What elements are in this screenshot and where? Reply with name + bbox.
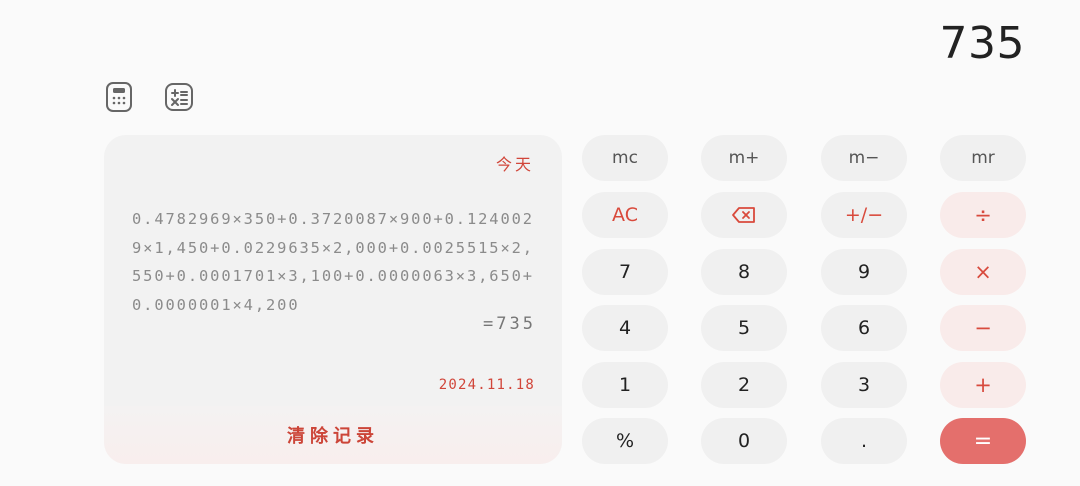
digit-8-button[interactable]: 8 xyxy=(701,249,787,295)
math-operations-icon[interactable] xyxy=(164,80,194,114)
add-button[interactable]: + xyxy=(940,362,1026,408)
divide-button[interactable]: ÷ xyxy=(940,192,1026,238)
subtract-button[interactable]: − xyxy=(940,305,1026,351)
digit-9-button[interactable]: 9 xyxy=(821,249,907,295)
memory-add-button[interactable]: m+ xyxy=(701,135,787,181)
history-result[interactable]: =735 xyxy=(483,314,536,334)
plus-minus-button[interactable]: +/− xyxy=(821,192,907,238)
digit-7-button[interactable]: 7 xyxy=(582,249,668,295)
digit-6-button[interactable]: 6 xyxy=(821,305,907,351)
keypad: mc m+ m− mr AC +/− ÷ 7 8 9 × 4 5 6 − 1 2… xyxy=(582,135,1026,465)
history-panel: 今天 0.4782969×350+0.3720087×900+0.1240029… xyxy=(104,135,562,464)
all-clear-button[interactable]: AC xyxy=(582,192,668,238)
digit-3-button[interactable]: 3 xyxy=(821,362,907,408)
digit-2-button[interactable]: 2 xyxy=(701,362,787,408)
digit-1-button[interactable]: 1 xyxy=(582,362,668,408)
result-display: 735 xyxy=(939,18,1025,69)
history-entry-date: 2024.11.18 xyxy=(438,377,535,393)
clear-history-button[interactable]: 清除记录 xyxy=(104,406,562,464)
backspace-button[interactable] xyxy=(701,192,787,238)
memory-subtract-button[interactable]: m− xyxy=(821,135,907,181)
history-date-heading: 今天 xyxy=(495,155,534,174)
multiply-button[interactable]: × xyxy=(940,249,1026,295)
memory-clear-button[interactable]: mc xyxy=(582,135,668,181)
equals-button[interactable]: = xyxy=(940,418,1026,464)
memory-recall-button[interactable]: mr xyxy=(940,135,1026,181)
decimal-point-button[interactable]: . xyxy=(821,418,907,464)
calculator-icon[interactable] xyxy=(104,80,134,114)
backspace-icon xyxy=(731,206,757,224)
digit-4-button[interactable]: 4 xyxy=(582,305,668,351)
percent-button[interactable]: % xyxy=(582,418,668,464)
digit-0-button[interactable]: 0 xyxy=(701,418,787,464)
history-expression[interactable]: 0.4782969×350+0.3720087×900+0.1240029×1,… xyxy=(132,205,537,319)
digit-5-button[interactable]: 5 xyxy=(701,305,787,351)
